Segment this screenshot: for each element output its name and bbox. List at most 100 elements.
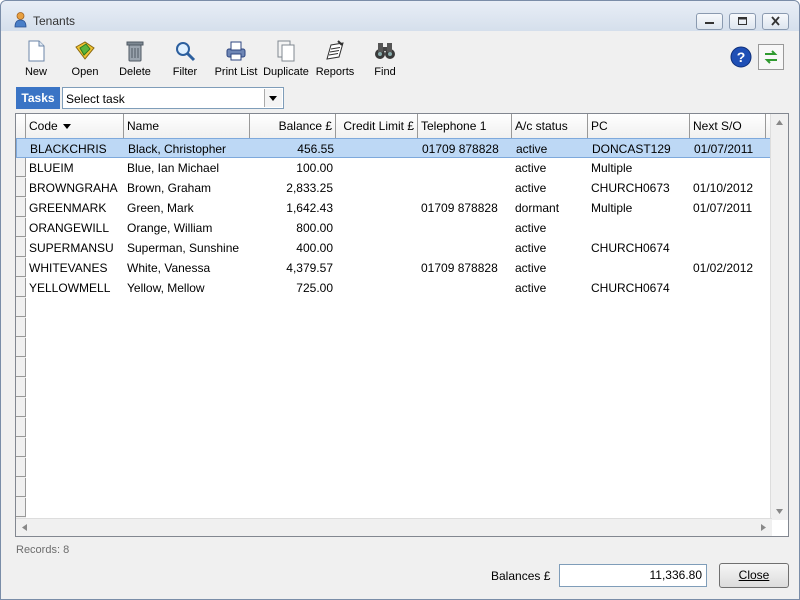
cell-next-so[interactable]: 01/07/2011: [690, 198, 766, 218]
cell-name[interactable]: Orange, William: [124, 218, 250, 238]
cell-ac-status[interactable]: active: [512, 278, 588, 298]
toolbar-duplicate-button[interactable]: Duplicate: [263, 39, 309, 78]
scroll-up-icon[interactable]: [771, 114, 788, 131]
cell-next-so[interactable]: [690, 238, 766, 258]
table-row[interactable]: YELLOWMELL Yellow, Mellow 725.00 active CHUR…: [16, 278, 776, 298]
cell-pc[interactable]: CHURCH0674: [588, 238, 690, 258]
cell-name[interactable]: White, Vanessa: [124, 258, 250, 278]
cell-ac-status[interactable]: active: [512, 258, 588, 278]
column-header-telephone[interactable]: Telephone 1: [418, 114, 512, 138]
close-window-button[interactable]: [762, 13, 789, 30]
column-header-name[interactable]: Name: [124, 114, 250, 138]
cell-balance[interactable]: 4,379.57: [250, 258, 336, 278]
toolbar-reports-button[interactable]: Reports: [315, 39, 355, 78]
table-row[interactable]: BROWNGRAHA Brown, Graham 2,833.25 active CHU…: [16, 178, 776, 198]
cell-code[interactable]: BLUEIM: [26, 158, 124, 178]
scroll-right-icon[interactable]: [755, 519, 772, 536]
cell-next-so[interactable]: [690, 278, 766, 298]
cell-next-so[interactable]: [690, 158, 766, 178]
cell-pc[interactable]: DONCAST129: [589, 139, 691, 159]
horizontal-scrollbar[interactable]: [16, 518, 772, 536]
cell-telephone[interactable]: [418, 238, 512, 258]
row-indicator[interactable]: [16, 318, 26, 337]
refresh-button[interactable]: [758, 44, 784, 70]
table-row[interactable]: BLACKCHRIS Black, Christopher 456.55 01709 …: [16, 138, 776, 158]
cell-ac-status[interactable]: active: [512, 178, 588, 198]
cell-code[interactable]: BLACKCHRIS: [27, 139, 125, 159]
cell-balance[interactable]: 800.00: [250, 218, 336, 238]
cell-credit-limit[interactable]: [336, 218, 418, 238]
cell-code[interactable]: GREENMARK: [26, 198, 124, 218]
cell-telephone[interactable]: [418, 178, 512, 198]
row-indicator[interactable]: [16, 398, 26, 417]
minimize-button[interactable]: [696, 13, 723, 30]
maximize-button[interactable]: [729, 13, 756, 30]
cell-ac-status[interactable]: active: [512, 218, 588, 238]
cell-balance[interactable]: 100.00: [250, 158, 336, 178]
cell-code[interactable]: YELLOWMELL: [26, 278, 124, 298]
row-indicator[interactable]: [16, 338, 26, 357]
cell-code[interactable]: SUPERMANSU: [26, 238, 124, 258]
column-header-ac-status[interactable]: A/c status: [512, 114, 588, 138]
column-header-credit-limit[interactable]: Credit Limit £: [336, 114, 418, 138]
table-row[interactable]: BLUEIM Blue, Ian Michael 100.00 active Multi…: [16, 158, 776, 178]
cell-balance[interactable]: 456.55: [251, 139, 337, 159]
cell-credit-limit[interactable]: [336, 178, 418, 198]
cell-pc[interactable]: CHURCH0673: [588, 178, 690, 198]
cell-balance[interactable]: 1,642.43: [250, 198, 336, 218]
table-row[interactable]: SUPERMANSU Superman, Sunshine 400.00 active…: [16, 238, 776, 258]
scroll-left-icon[interactable]: [16, 519, 33, 536]
column-header-balance[interactable]: Balance £: [250, 114, 336, 138]
cell-credit-limit[interactable]: [336, 258, 418, 278]
row-indicator[interactable]: [16, 458, 26, 477]
cell-telephone[interactable]: [418, 218, 512, 238]
row-indicator[interactable]: [16, 438, 26, 457]
cell-credit-limit[interactable]: [336, 198, 418, 218]
cell-name[interactable]: Black, Christopher: [125, 139, 251, 159]
cell-next-so[interactable]: 01/07/2011: [691, 139, 767, 159]
row-indicator[interactable]: [16, 358, 26, 377]
vertical-scrollbar[interactable]: [770, 114, 788, 520]
cell-credit-limit[interactable]: [336, 238, 418, 258]
column-header-code[interactable]: Code: [26, 114, 124, 138]
cell-balance[interactable]: 400.00: [250, 238, 336, 258]
cell-pc[interactable]: CHURCH0674: [588, 278, 690, 298]
cell-ac-status[interactable]: dormant: [512, 198, 588, 218]
toolbar-delete-button[interactable]: Delete: [117, 39, 153, 78]
cell-telephone[interactable]: [418, 278, 512, 298]
scroll-down-icon[interactable]: [771, 503, 788, 520]
cell-ac-status[interactable]: active: [512, 158, 588, 178]
toolbar-find-button[interactable]: Find: [371, 39, 399, 78]
cell-code[interactable]: BROWNGRAHA: [26, 178, 124, 198]
column-header-next-so[interactable]: Next S/O: [690, 114, 766, 138]
select-task-dropdown[interactable]: Select task: [62, 87, 284, 109]
row-indicator[interactable]: [16, 478, 26, 497]
cell-code[interactable]: ORANGEWILL: [26, 218, 124, 238]
cell-pc[interactable]: Multiple: [588, 158, 690, 178]
cell-credit-limit[interactable]: [337, 139, 419, 159]
cell-name[interactable]: Blue, Ian Michael: [124, 158, 250, 178]
cell-credit-limit[interactable]: [336, 278, 418, 298]
toolbar-open-button[interactable]: Open: [69, 39, 101, 78]
cell-next-so[interactable]: 01/02/2012: [690, 258, 766, 278]
cell-pc[interactable]: Multiple: [588, 198, 690, 218]
close-button[interactable]: Close: [719, 563, 789, 588]
cell-code[interactable]: WHITEVANES: [26, 258, 124, 278]
column-header-pc[interactable]: PC: [588, 114, 690, 138]
cell-name[interactable]: Superman, Sunshine: [124, 238, 250, 258]
dropdown-button[interactable]: [264, 89, 282, 107]
cell-telephone[interactable]: 01709 878828: [418, 258, 512, 278]
cell-telephone[interactable]: 01709 878828: [418, 198, 512, 218]
help-icon[interactable]: ?: [730, 46, 752, 68]
cell-name[interactable]: Brown, Graham: [124, 178, 250, 198]
row-indicator[interactable]: [16, 418, 26, 437]
cell-credit-limit[interactable]: [336, 158, 418, 178]
row-indicator[interactable]: [16, 378, 26, 397]
cell-balance[interactable]: 725.00: [250, 278, 336, 298]
cell-balance[interactable]: 2,833.25: [250, 178, 336, 198]
cell-name[interactable]: Green, Mark: [124, 198, 250, 218]
toolbar-print-list-button[interactable]: Print List: [214, 39, 258, 78]
cell-ac-status[interactable]: active: [512, 238, 588, 258]
cell-pc[interactable]: [588, 258, 690, 278]
cell-next-so[interactable]: 01/10/2012: [690, 178, 766, 198]
